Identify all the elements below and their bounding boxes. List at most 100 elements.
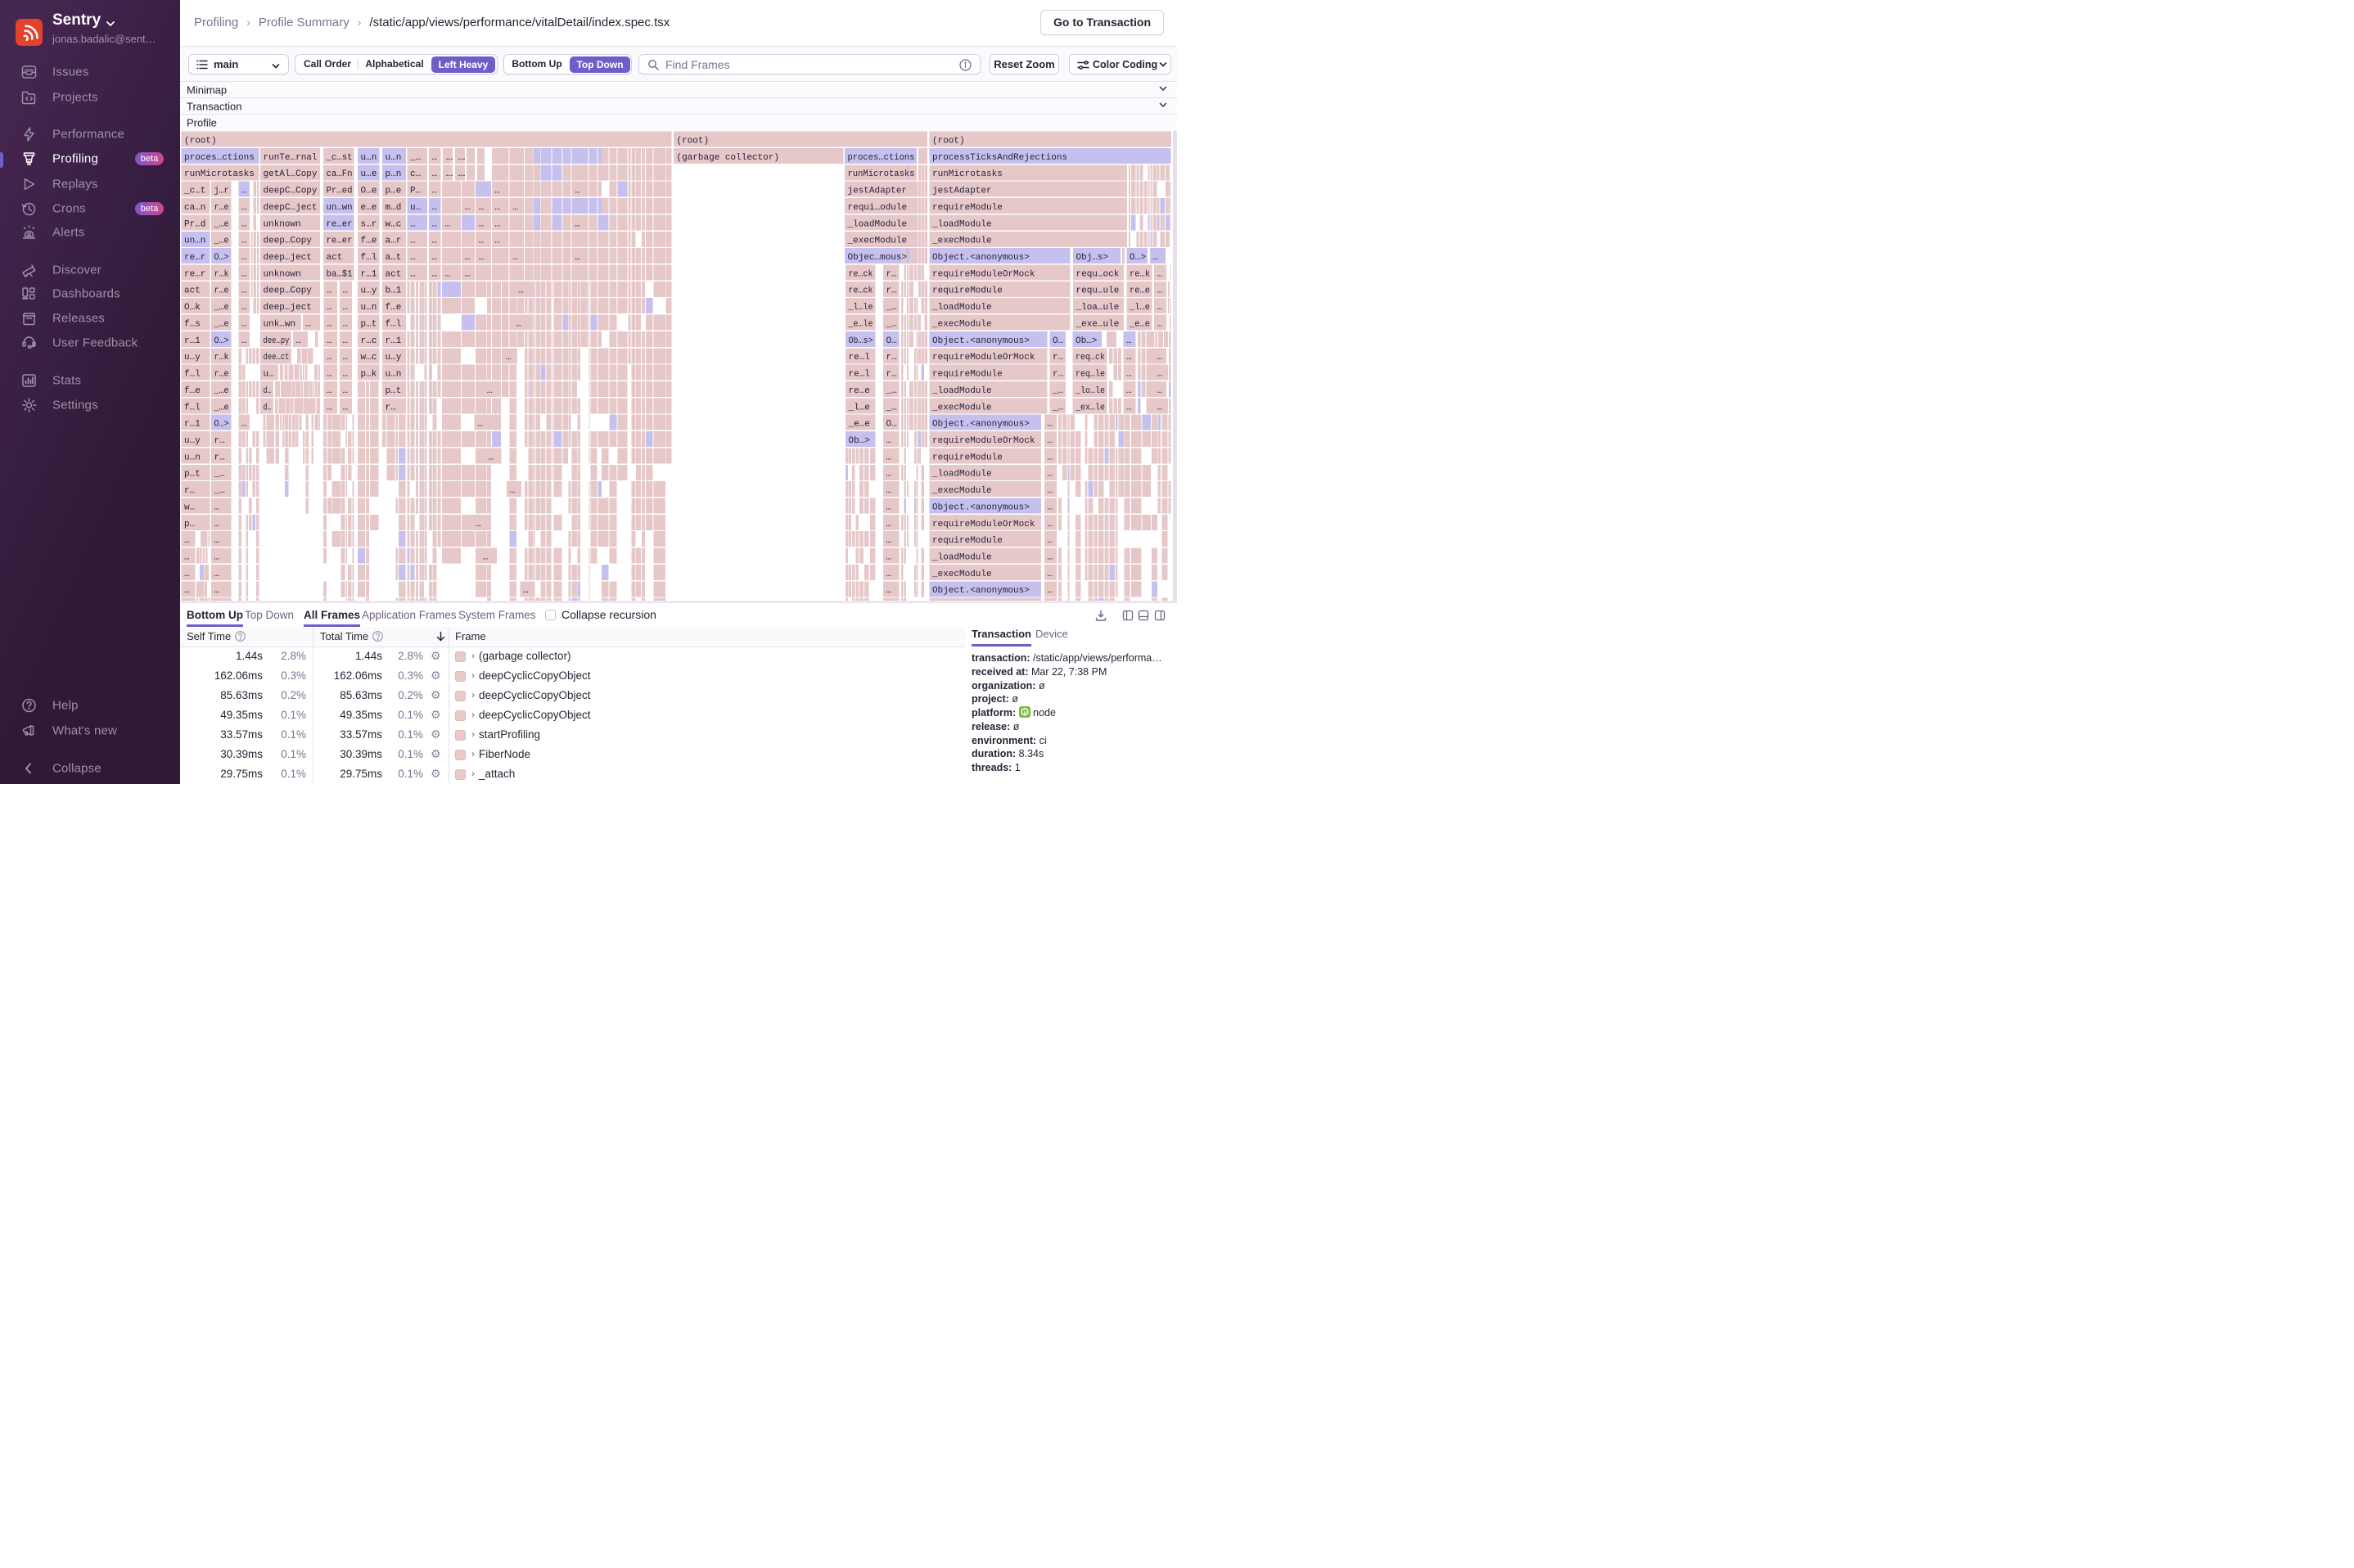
- svg-text:…: …: [327, 370, 332, 380]
- svg-text:req…ck: req…ck: [1076, 353, 1105, 363]
- svg-text:…: …: [512, 203, 518, 213]
- svg-text:r…: r…: [214, 453, 225, 462]
- svg-text:r…: r…: [386, 403, 396, 412]
- svg-text:_execModule: _execModule: [931, 570, 992, 579]
- svg-text:u…y: u…y: [184, 353, 201, 363]
- svg-text:_l…le: _l…le: [848, 303, 873, 313]
- svg-text:u…: u…: [264, 370, 274, 380]
- svg-text:u…n: u…n: [386, 370, 402, 380]
- svg-text:…: …: [479, 253, 485, 263]
- svg-text:…: …: [445, 269, 451, 279]
- svg-text:req…le: req…le: [1076, 370, 1105, 380]
- svg-text:…: …: [432, 169, 438, 179]
- svg-text:u…n: u…n: [361, 153, 377, 163]
- svg-text:ca…n: ca…n: [184, 203, 205, 213]
- svg-text:r…1: r…1: [361, 269, 377, 279]
- svg-text:…: …: [1126, 370, 1132, 380]
- svg-text:Object.<anonymous>: Object.<anonymous>: [932, 336, 1030, 346]
- svg-text:…: …: [184, 570, 190, 579]
- svg-text:…: …: [432, 269, 438, 279]
- svg-text:f…l: f…l: [361, 253, 377, 263]
- svg-text:…: …: [1048, 586, 1053, 596]
- svg-text:p…t: p…t: [386, 386, 402, 396]
- svg-text:…: …: [1157, 286, 1163, 296]
- svg-text:_l…e: _l…e: [1129, 303, 1150, 313]
- svg-text:…: …: [886, 520, 892, 529]
- svg-text:unknown: unknown: [264, 269, 301, 279]
- svg-text:requireModule: requireModule: [932, 453, 1003, 462]
- svg-text:…: …: [886, 486, 892, 496]
- svg-text:…: …: [479, 203, 485, 213]
- svg-text:_execModule: _execModule: [931, 486, 992, 496]
- svg-text:…: …: [1126, 336, 1132, 346]
- svg-text:Ob…s>: Ob…s>: [849, 336, 873, 346]
- svg-text:…: …: [241, 286, 247, 296]
- svg-text:requireModule: requireModule: [932, 536, 1003, 546]
- svg-text:…: …: [886, 586, 892, 596]
- svg-text:p…t: p…t: [184, 470, 201, 480]
- svg-text:…: …: [1048, 486, 1053, 496]
- svg-text:_…: _…: [886, 303, 897, 313]
- svg-text:…: …: [1048, 436, 1053, 446]
- svg-text:_loadModule: _loadModule: [931, 219, 992, 229]
- svg-text:P…: P…: [410, 187, 421, 196]
- svg-text:deepC…ject: deepC…ject: [264, 203, 318, 213]
- svg-text:p…t: p…t: [361, 320, 377, 330]
- svg-text:…: …: [1157, 303, 1163, 313]
- svg-text:dee…py: dee…py: [264, 336, 290, 346]
- svg-text:…: …: [432, 253, 438, 263]
- svg-text:…: …: [432, 219, 438, 229]
- svg-text:…: …: [327, 336, 332, 346]
- svg-text:_…: _…: [1052, 386, 1063, 396]
- svg-text:re…ck: re…ck: [849, 286, 873, 296]
- svg-text:_…e: _…e: [214, 320, 229, 330]
- svg-text:…: …: [184, 536, 190, 546]
- svg-text:requireModuleOrMock: requireModuleOrMock: [932, 353, 1035, 363]
- svg-text:…: …: [241, 269, 247, 279]
- svg-text:…: …: [432, 153, 438, 163]
- svg-text:_e…le: _e…le: [848, 320, 873, 330]
- svg-text:…: …: [575, 187, 580, 196]
- svg-text:…: …: [575, 219, 580, 229]
- svg-text:…: …: [1048, 470, 1053, 480]
- svg-text:_…e: _…e: [214, 403, 229, 412]
- svg-text:r…: r…: [886, 286, 897, 296]
- svg-text:_…e: _…e: [214, 386, 229, 396]
- svg-text:…: …: [458, 169, 466, 179]
- svg-text:…: …: [432, 237, 438, 246]
- svg-text:requ…ock: requ…ock: [1076, 269, 1120, 279]
- svg-text:d…: d…: [264, 386, 272, 396]
- svg-text:_ex…le: _ex…le: [1075, 403, 1105, 412]
- svg-text:e…e: e…e: [361, 203, 377, 213]
- svg-text:…: …: [327, 303, 332, 313]
- svg-text:O…: O…: [886, 336, 897, 346]
- svg-text:u…y: u…y: [386, 353, 402, 363]
- svg-text:r…e: r…e: [214, 286, 229, 296]
- svg-text:processTicksAndRejections: processTicksAndRejections: [932, 153, 1067, 163]
- svg-text:r…1: r…1: [386, 336, 402, 346]
- svg-text:jestAdapter: jestAdapter: [932, 187, 992, 196]
- svg-text:f…e: f…e: [184, 386, 201, 396]
- svg-text:…: …: [1157, 353, 1163, 363]
- svg-text:(root): (root): [677, 137, 710, 146]
- svg-text:…: …: [327, 286, 332, 296]
- svg-text:w…: w…: [184, 502, 195, 512]
- svg-text:…: …: [432, 203, 438, 213]
- svg-text:_loadModule: _loadModule: [931, 553, 992, 563]
- svg-text:w…c: w…c: [361, 353, 377, 363]
- svg-text:_l…e: _l…e: [848, 403, 870, 412]
- svg-text:…: …: [1157, 320, 1163, 330]
- svg-text:…: …: [1048, 502, 1053, 512]
- svg-text:…: …: [489, 453, 494, 462]
- svg-text:_…: _…: [214, 470, 225, 480]
- svg-text:f…l: f…l: [184, 370, 201, 380]
- svg-text:re…e: re…e: [1130, 286, 1150, 296]
- svg-text:…: …: [477, 420, 483, 430]
- svg-text:w…c: w…c: [386, 219, 402, 229]
- svg-text:deep…ject: deep…ject: [264, 303, 312, 313]
- svg-text:…: …: [516, 320, 522, 330]
- svg-text:…: …: [465, 253, 471, 263]
- svg-text:_…e: _…e: [214, 303, 229, 313]
- svg-text:_…: _…: [409, 153, 421, 163]
- svg-text:u…y: u…y: [184, 436, 201, 446]
